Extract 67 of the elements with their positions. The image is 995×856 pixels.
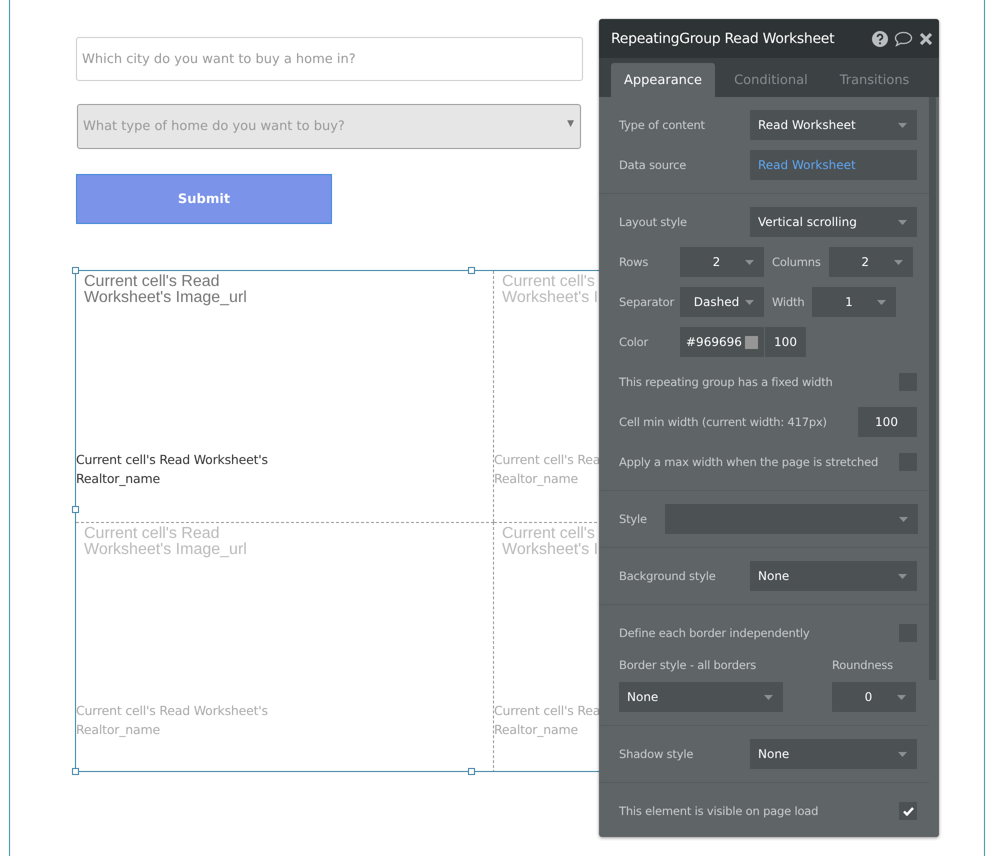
property-dropdown[interactable]: Vertical scrolling	[750, 207, 917, 237]
property-label: Width	[772, 295, 804, 309]
property-label: Color	[619, 335, 650, 349]
resize-handle[interactable]	[72, 267, 79, 274]
dropdown-arrow: ▼	[567, 118, 574, 128]
scrollbar-thumb[interactable]	[929, 97, 936, 680]
image-url-text: Current cell's Read Worksheet's Image_url	[83, 272, 248, 306]
resize-handle[interactable]	[72, 768, 79, 775]
resize-handle[interactable]	[468, 768, 475, 775]
realtor-name-text: Current cell's Read Worksheet's Realtor_name	[76, 702, 269, 739]
property-label: Define each border independently	[619, 626, 810, 640]
opacity-field[interactable]: 100	[765, 327, 806, 357]
caret-icon	[898, 574, 907, 578]
property-dropdown[interactable]: 1	[812, 287, 896, 317]
caret-icon	[898, 752, 907, 756]
realtor-name-text: Current cell's Rea Realtor_name	[494, 451, 599, 488]
comment-icon[interactable]	[894, 30, 913, 46]
dropdown-placeholder: What type of home do you want to buy?	[83, 119, 345, 134]
image-url-text: Current cell's Worksheet's I	[501, 272, 599, 306]
property-label: Border style - all borders	[619, 658, 758, 672]
property-dropdown[interactable]: 0	[832, 682, 916, 712]
caret-icon	[897, 694, 906, 700]
property-label: Columns	[772, 255, 821, 269]
property-dropdown[interactable]: Dashed	[680, 287, 764, 317]
checkbox[interactable]	[899, 802, 917, 820]
property-label: Shadow style	[619, 747, 694, 761]
property-label: This repeating group has a fixed width	[619, 375, 834, 389]
property-dropdown[interactable]: 2	[680, 247, 764, 277]
home-type-dropdown[interactable]: What type of home do you want to buy? ▼	[77, 104, 581, 149]
close-icon[interactable]	[919, 32, 933, 46]
property-dropdown[interactable]: None	[619, 682, 783, 712]
image-url-text: Current cell's Read Worksheet's Image_url	[83, 524, 248, 558]
resize-handle[interactable]	[72, 506, 79, 513]
property-label: Apply a max width when the page is stretched	[619, 455, 880, 469]
property-label: This element is visible on page load	[619, 804, 820, 818]
property-label: Style	[619, 512, 648, 526]
property-dropdown[interactable]: 2	[828, 247, 913, 277]
caret-icon	[764, 694, 773, 700]
caret-icon	[898, 220, 907, 224]
property-label: Rows	[619, 255, 650, 269]
property-dropdown[interactable]: None	[750, 739, 917, 769]
property-label: Background style	[619, 569, 717, 583]
property-label: Separator	[619, 295, 676, 309]
checkmark-icon	[902, 806, 914, 816]
property-label: Data source	[619, 158, 688, 172]
caret-icon	[745, 300, 754, 304]
realtor-name-text: Current cell's Rea Realtor_name	[494, 702, 599, 739]
color-field[interactable]: #969696	[680, 327, 764, 357]
number-field[interactable]: 100	[858, 407, 917, 437]
caret-icon	[745, 260, 754, 264]
property-label: Cell min width (current width: 417px)	[619, 415, 828, 429]
caret-icon	[877, 300, 886, 304]
resize-handle[interactable]	[468, 267, 475, 274]
caret-icon	[894, 260, 903, 264]
panel-title: RepeatingGroup Read Worksheet	[611, 30, 836, 46]
property-dropdown[interactable]: None	[750, 561, 917, 591]
caret-icon	[899, 516, 908, 522]
property-label: Layout style	[619, 215, 688, 229]
image-url-text: Current cell's Worksheet's I	[501, 524, 599, 558]
caret-icon	[898, 122, 907, 128]
property-label: Roundness	[832, 658, 893, 672]
realtor-name-text: Current cell's Read Worksheet's Realtor_name	[76, 451, 269, 488]
color-swatch[interactable]	[745, 336, 758, 348]
help-icon[interactable]	[872, 30, 888, 46]
panel-tab[interactable]: Appearance	[611, 63, 716, 97]
property-dropdown[interactable]: Read Worksheet	[750, 110, 917, 140]
property-label: Type of content	[619, 118, 706, 132]
